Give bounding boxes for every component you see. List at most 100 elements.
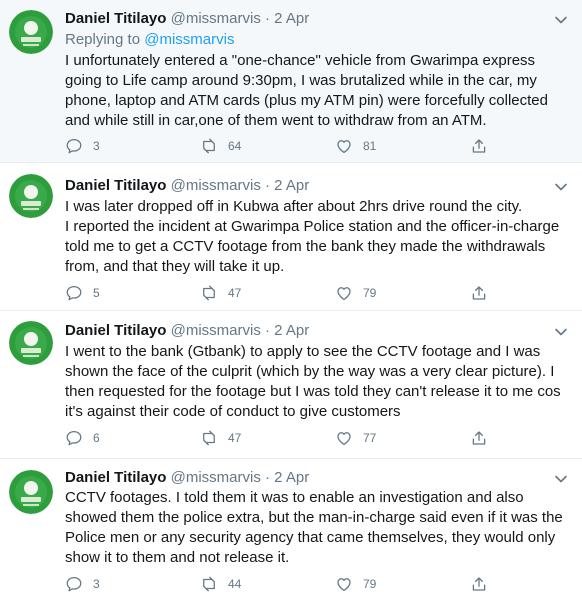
separator-dot: · [265, 177, 270, 194]
retweet-button[interactable]: 64 [200, 136, 241, 156]
tweet[interactable]: Daniel Titilayo @missmarvis · 2 Apr I we… [0, 311, 582, 459]
reply-count: 5 [93, 286, 100, 300]
reply-icon [66, 576, 82, 592]
retweet-count: 64 [228, 139, 242, 153]
separator-dot: · [265, 322, 270, 339]
retweet-count: 44 [228, 577, 242, 591]
tweet-text-line: it's against their code of conduct to gi… [65, 403, 401, 420]
heart-icon [337, 140, 351, 154]
tweet-text: I went to the bank (Gtbank) to apply to … [65, 342, 575, 422]
tweet[interactable]: Daniel Titilayo @missmarvis · 2 Apr Repl… [0, 0, 582, 163]
tweet-text-line: I went to the bank (Gtbank) to apply to … [65, 343, 541, 360]
heart-icon [337, 287, 351, 301]
author-name[interactable]: Daniel Titilayo [65, 322, 166, 339]
replying-to: Replying to @missmarvis [65, 30, 234, 50]
author-name[interactable]: Daniel Titilayo [65, 177, 166, 194]
like-button[interactable]: 79 [335, 283, 376, 303]
separator-dot: · [265, 469, 270, 486]
avatar-logo-icon [9, 321, 53, 365]
retweet-count: 47 [228, 286, 242, 300]
avatar-logo-icon [9, 174, 53, 218]
author-name[interactable]: Daniel Titilayo [65, 469, 166, 486]
retweet-icon [203, 138, 215, 154]
reply-icon [66, 430, 82, 446]
tweet-date[interactable]: 2 Apr [274, 10, 309, 27]
share-button[interactable] [470, 428, 488, 448]
tweet-text-line: shown the face of the culprit (which by … [65, 363, 555, 380]
share-icon [472, 286, 486, 300]
tweet-actions: 5 47 79 [65, 283, 565, 303]
retweet-button[interactable]: 47 [200, 428, 241, 448]
replying-to-label: Replying to [65, 31, 141, 48]
reply-button[interactable]: 5 [65, 283, 100, 303]
tweet[interactable]: Daniel Titilayo @missmarvis · 2 Apr CCTV… [0, 459, 582, 597]
reply-icon [66, 138, 82, 154]
retweet-icon [203, 285, 215, 301]
chevron-down-icon[interactable] [554, 325, 568, 339]
retweet-button[interactable]: 47 [200, 283, 241, 303]
avatar[interactable] [9, 470, 53, 514]
reply-button[interactable]: 6 [65, 428, 100, 448]
tweet-actions: 6 47 77 [65, 428, 565, 448]
tweet-actions: 3 44 79 [65, 574, 565, 594]
author-handle[interactable]: @missmarvis [171, 469, 261, 486]
tweet-text-line: showed them the police extra, but the ma… [65, 509, 563, 526]
tweet-text-line: show it to them and not release it. [65, 549, 290, 566]
avatar-logo-icon [9, 10, 53, 54]
reply-count: 3 [93, 139, 100, 153]
tweet-actions: 3 64 81 [65, 136, 565, 156]
like-button[interactable]: 81 [335, 136, 376, 156]
tweet-text-line: I was later dropped off in Kubwa after a… [65, 198, 523, 215]
tweet-text-line: CCTV footages. I told them it was to ena… [65, 489, 524, 506]
tweet-date[interactable]: 2 Apr [274, 469, 309, 486]
author-name[interactable]: Daniel Titilayo [65, 10, 166, 27]
tweet-date[interactable]: 2 Apr [274, 177, 309, 194]
tweet-text-line: I reported the incident at Gwarimpa Poli… [65, 218, 560, 235]
chevron-down-icon[interactable] [554, 180, 568, 194]
retweet-icon [203, 430, 215, 446]
like-count: 79 [363, 286, 377, 300]
reply-count: 3 [93, 577, 100, 591]
share-button[interactable] [470, 136, 488, 156]
tweet-text-line: Police men or any security agency that c… [65, 529, 556, 546]
reply-count: 6 [93, 431, 100, 445]
heart-icon [337, 578, 351, 592]
tweet-text-line: then requested for the footage but I was… [65, 383, 561, 400]
reply-button[interactable]: 3 [65, 136, 100, 156]
reply-button[interactable]: 3 [65, 574, 100, 594]
reply-icon [66, 285, 82, 301]
share-icon [472, 431, 486, 445]
chevron-down-icon[interactable] [554, 13, 568, 27]
avatar-logo-icon [9, 470, 53, 514]
tweet-text-line: I unfortunately entered a "one-chance" v… [65, 52, 536, 69]
share-icon [472, 577, 486, 591]
tweet[interactable]: Daniel Titilayo @missmarvis · 2 Apr I wa… [0, 163, 582, 311]
like-button[interactable]: 79 [335, 574, 376, 594]
separator-dot: · [265, 10, 270, 27]
avatar[interactable] [9, 321, 53, 365]
chevron-down-icon[interactable] [554, 472, 568, 486]
replying-to-mention[interactable]: @missmarvis [144, 31, 234, 48]
tweet-text-line: and while still in car,one of them went … [65, 112, 487, 129]
author-handle[interactable]: @missmarvis [171, 177, 261, 194]
author-handle[interactable]: @missmarvis [171, 322, 261, 339]
like-count: 81 [363, 139, 377, 153]
tweet-text-line: told me to get a CCTV footage from the b… [65, 238, 546, 255]
heart-icon [337, 432, 351, 446]
avatar[interactable] [9, 10, 53, 54]
tweet-text-line: phone, laptop and ATM cards (plus my ATM… [65, 92, 548, 109]
share-button[interactable] [470, 574, 488, 594]
share-icon [472, 139, 486, 153]
tweet-text: CCTV footages. I told them it was to ena… [65, 488, 575, 568]
share-button[interactable] [470, 283, 488, 303]
tweet-text: I unfortunately entered a "one-chance" v… [65, 51, 575, 131]
like-button[interactable]: 77 [335, 428, 376, 448]
avatar[interactable] [9, 174, 53, 218]
tweet-text: I was later dropped off in Kubwa after a… [65, 197, 575, 277]
author-handle[interactable]: @missmarvis [171, 10, 261, 27]
tweet-date[interactable]: 2 Apr [274, 322, 309, 339]
retweet-button[interactable]: 44 [200, 574, 241, 594]
retweet-count: 47 [228, 431, 242, 445]
like-count: 79 [363, 577, 377, 591]
retweet-icon [203, 576, 215, 592]
